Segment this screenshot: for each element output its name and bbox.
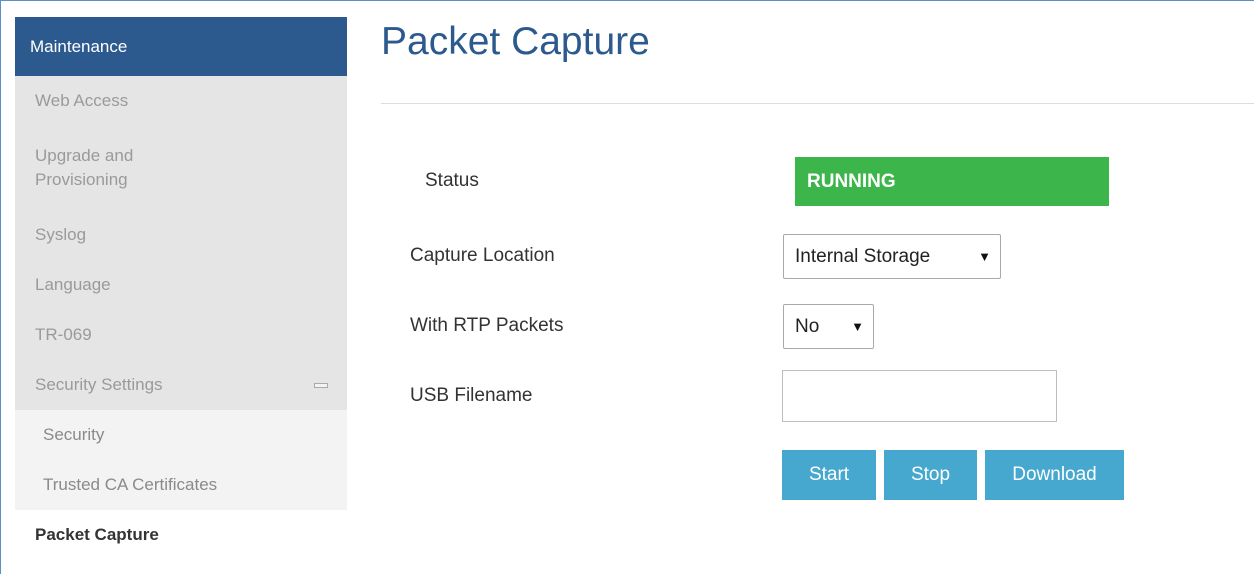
usb-filename-input[interactable] xyxy=(782,370,1057,422)
capture-location-select[interactable]: Internal Storage ▼ xyxy=(783,234,1001,279)
sidebar-item-syslog[interactable]: Syslog xyxy=(15,210,347,260)
sidebar-item-label: Security Settings xyxy=(35,375,163,394)
sidebar-header-maintenance[interactable]: Maintenance xyxy=(15,17,347,76)
dropdown-arrow-icon: ▼ xyxy=(978,249,991,264)
usb-filename-label: USB Filename xyxy=(410,385,533,406)
collapse-icon[interactable] xyxy=(314,383,328,388)
download-button[interactable]: Download xyxy=(985,450,1124,500)
rtp-packets-value: No xyxy=(795,316,820,337)
status-badge: RUNNING xyxy=(795,157,1109,206)
sidebar-item-label: Upgrade and Provisioning xyxy=(35,146,134,189)
sidebar: Maintenance Web Access Upgrade and Provi… xyxy=(15,17,347,560)
sidebar-subitem-security[interactable]: Security xyxy=(15,410,347,460)
rtp-packets-label: With RTP Packets xyxy=(410,315,564,336)
sidebar-item-upgrade-provisioning[interactable]: Upgrade and Provisioning xyxy=(15,126,347,210)
title-divider xyxy=(381,103,1254,104)
capture-location-label: Capture Location xyxy=(410,245,555,266)
rtp-packets-select[interactable]: No ▼ xyxy=(783,304,874,349)
capture-location-value: Internal Storage xyxy=(795,246,931,267)
dropdown-arrow-icon: ▼ xyxy=(851,319,864,334)
sidebar-item-tr069[interactable]: TR-069 xyxy=(15,310,347,360)
status-label: Status xyxy=(425,170,479,191)
page-title: Packet Capture xyxy=(381,20,650,63)
sidebar-item-language[interactable]: Language xyxy=(15,260,347,310)
sidebar-item-packet-capture[interactable]: Packet Capture xyxy=(15,510,347,560)
sidebar-item-security-settings[interactable]: Security Settings xyxy=(15,360,347,410)
sidebar-subitem-trusted-ca-certificates[interactable]: Trusted CA Certificates xyxy=(15,460,347,510)
start-button[interactable]: Start xyxy=(782,450,876,500)
sidebar-item-web-access[interactable]: Web Access xyxy=(15,76,347,126)
stop-button[interactable]: Stop xyxy=(884,450,977,500)
